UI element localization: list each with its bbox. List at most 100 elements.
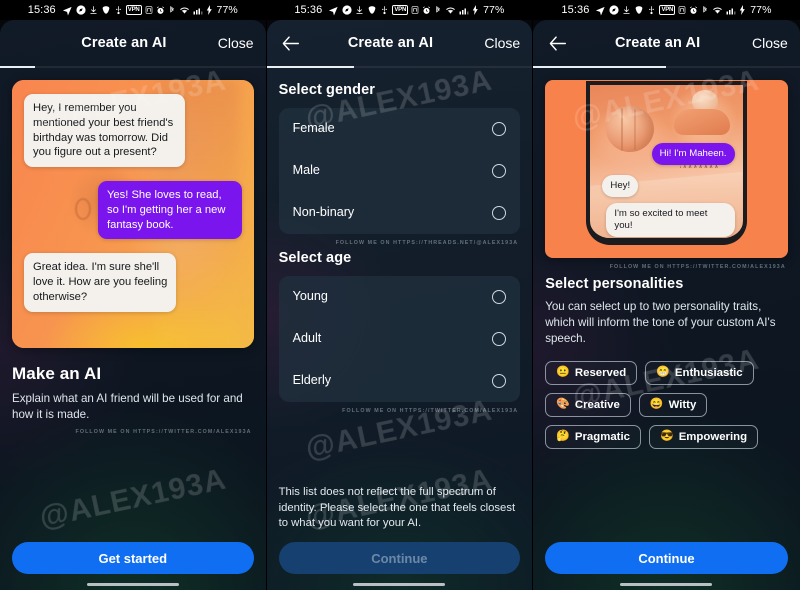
close-button[interactable]: Close xyxy=(478,35,520,51)
vpn-badge: VPN xyxy=(392,5,409,15)
status-clock: 15:36 xyxy=(561,4,590,16)
bubble-row: I'm so excited to meet you! xyxy=(606,202,735,237)
alarm-icon xyxy=(422,5,431,15)
step-progress-bar xyxy=(266,66,533,68)
charging-bolt-icon xyxy=(206,5,213,15)
radio-button[interactable] xyxy=(492,164,507,178)
inner-phone-mockup: Hi! I'm Maheen. Hey! I'm so excited to m… xyxy=(586,81,747,245)
step-progress-fill xyxy=(266,66,355,68)
follow-watermark: FOLLOW ME ON HTTPS://THREADS.NET/@ALEX19… xyxy=(335,240,519,246)
arrow-left-icon[interactable] xyxy=(279,31,303,55)
identity-note: This list does not reflect the full spec… xyxy=(278,486,516,530)
header-2: Create an AI Close xyxy=(267,20,533,66)
follow-watermark: FOLLOW ME ON HTTPS://TWITTER.COM/ALEX193… xyxy=(342,408,519,414)
bluetooth-icon xyxy=(701,5,709,15)
option-female[interactable]: Female xyxy=(279,108,521,150)
header-1: Create an AI Close xyxy=(0,20,266,66)
chat-bubble: Yes! She loves to read, so I'm getting h… xyxy=(97,181,242,240)
usb-icon xyxy=(380,5,389,15)
compass-icon xyxy=(609,5,620,15)
compass-icon xyxy=(342,5,352,15)
radio-button[interactable] xyxy=(492,290,507,304)
chip-label: Enthusiastic xyxy=(674,366,743,379)
location-icon xyxy=(101,5,111,15)
send-icon xyxy=(595,5,606,16)
personalities-section: Select personalities You can select up t… xyxy=(533,270,800,347)
bluetooth-icon xyxy=(434,5,442,15)
sunglasses-face-icon: 😎 xyxy=(659,430,674,443)
radio-button[interactable] xyxy=(492,122,507,136)
step-progress-bar xyxy=(533,66,800,68)
bubble-row: Hi! I'm Maheen. xyxy=(598,143,735,165)
status-clock: 15:36 xyxy=(27,4,56,16)
cta-container-3: Continue xyxy=(533,542,800,574)
chip-empowering[interactable]: 😎 Empowering xyxy=(648,424,759,449)
ai-preview-image: Hi! I'm Maheen. Hey! I'm so excited to m… xyxy=(545,80,788,258)
continue-button[interactable]: Continue xyxy=(545,542,788,574)
chat-bubble: Hey! xyxy=(602,174,639,197)
charging-bolt-icon xyxy=(472,5,479,15)
option-adult[interactable]: Adult xyxy=(279,318,521,360)
step-progress-fill xyxy=(533,66,667,68)
wifi-icon xyxy=(445,6,456,15)
radio-button[interactable] xyxy=(492,374,507,388)
option-young[interactable]: Young xyxy=(279,276,521,318)
thinking-face-icon: 🤔 xyxy=(556,430,570,443)
chip-pragmatic[interactable]: 🤔 Pragmatic xyxy=(545,424,641,449)
location-icon xyxy=(367,5,377,15)
preview-chat-bubbles: Hi! I'm Maheen. Hey! I'm so excited to m… xyxy=(590,85,742,238)
phone-screen-1: 15:36 VPN 77% @ALEX193A @ALEX193A Create… xyxy=(0,0,267,590)
app-container-3: @ALEX193A @ALEX193A Create an AI Close xyxy=(533,20,800,590)
vpn-badge: VPN xyxy=(125,5,142,15)
home-indicator xyxy=(353,583,446,586)
compass-icon xyxy=(76,5,86,15)
home-indicator xyxy=(620,583,713,586)
shekel-icon xyxy=(678,5,686,15)
cta-container-2: Continue xyxy=(267,542,533,574)
smiling-face-icon: 😄 xyxy=(649,398,664,411)
app-container-2: @ALEX193A @ALEX193A Create an AI Close S… xyxy=(266,20,533,590)
screenshot-triptych: 15:36 VPN 77% @ALEX193A @ALEX193A Create… xyxy=(0,0,800,590)
download-icon xyxy=(355,5,364,15)
chip-creative[interactable]: 🎨 Creative xyxy=(545,392,631,417)
section-title-personalities: Select personalities xyxy=(545,276,684,292)
page-heading: Make an AI xyxy=(12,364,102,383)
usb-icon xyxy=(647,5,656,15)
option-label: Elderly xyxy=(292,373,332,388)
continue-button[interactable]: Continue xyxy=(278,542,521,574)
artist-palette-icon: 🎨 xyxy=(556,398,570,411)
follow-watermark: FOLLOW ME ON HTTPS://TWITTER.COM/ALEX193… xyxy=(609,264,786,270)
radio-button[interactable] xyxy=(492,332,507,346)
age-section: Select age Young Adult Elderly xyxy=(267,246,533,402)
option-male[interactable]: Male xyxy=(279,150,521,192)
arrow-left-icon[interactable] xyxy=(545,31,569,55)
chip-label: Pragmatic xyxy=(574,430,630,443)
option-non-binary[interactable]: Non-binary xyxy=(279,192,521,234)
chip-witty[interactable]: 😄 Witty xyxy=(638,392,708,417)
step-progress-bar xyxy=(0,66,266,68)
radio-button[interactable] xyxy=(492,206,507,220)
option-label: Female xyxy=(292,121,335,136)
chip-enthusiastic[interactable]: 😁 Enthusiastic xyxy=(645,360,754,385)
header-3: Create an AI Close xyxy=(533,20,800,66)
usb-icon xyxy=(114,5,123,15)
close-button[interactable]: Close xyxy=(212,35,254,51)
option-label: Non-binary xyxy=(292,205,355,220)
option-elderly[interactable]: Elderly xyxy=(279,360,521,402)
gender-options-card: Female Male Non-binary xyxy=(278,108,521,234)
charging-bolt-icon xyxy=(739,5,746,15)
cellular-signal-icon xyxy=(459,6,469,15)
get-started-button[interactable]: Get started xyxy=(12,542,254,574)
send-icon xyxy=(62,5,73,16)
chip-label: Creative xyxy=(574,398,620,411)
battery-percent: 77% xyxy=(216,4,238,16)
chip-reserved[interactable]: 😐 Reserved xyxy=(545,360,638,385)
vpn-badge: VPN xyxy=(659,5,676,15)
option-label: Young xyxy=(292,289,328,304)
close-button[interactable]: Close xyxy=(746,35,788,51)
home-indicator xyxy=(86,583,179,586)
battery-percent: 77% xyxy=(750,4,772,16)
cellular-signal-icon xyxy=(193,6,203,15)
chat-bubble: Hey, I remember you mentioned your best … xyxy=(24,94,186,168)
status-bar-3: 15:36 VPN 77% xyxy=(533,0,800,20)
